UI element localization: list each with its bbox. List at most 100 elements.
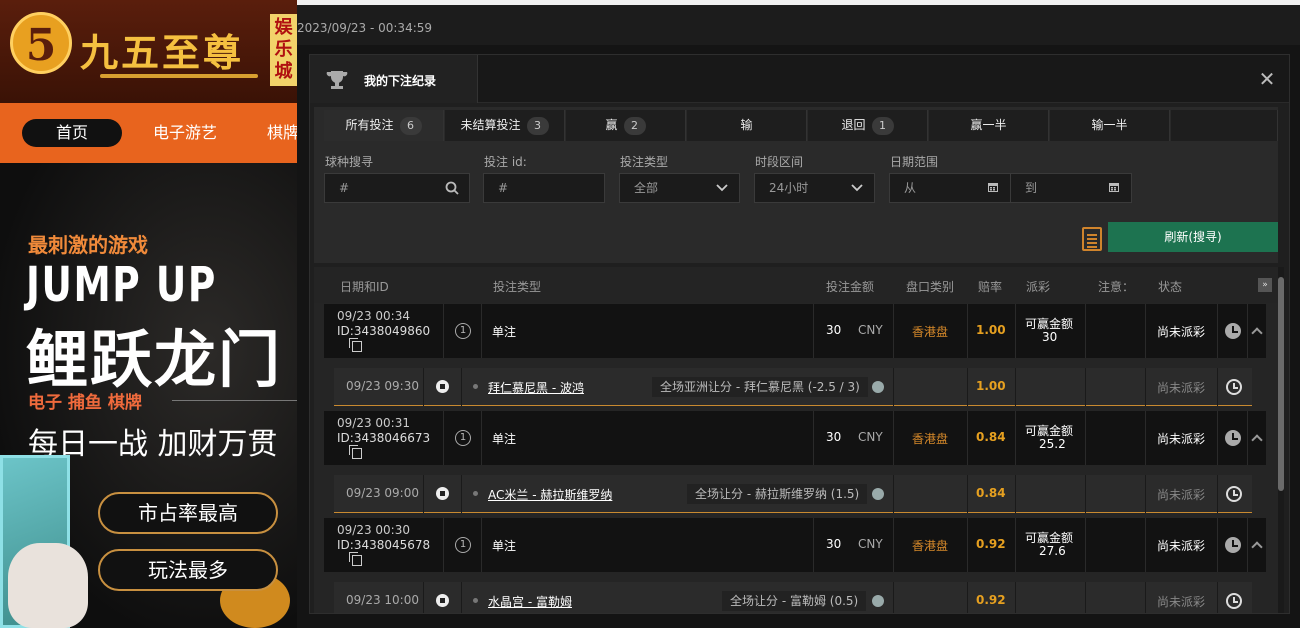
scroll-thumb[interactable] [1278,277,1284,491]
logo-text: 九五至尊 [80,30,245,75]
bet-type: 单注 [492,539,517,553]
match-link[interactable]: 拜仁慕尼黑 - 波鸿 [488,379,584,396]
bet-datetime: 09/23 00:30 [337,523,410,537]
tab-all[interactable]: 所有投注 6 [324,110,444,141]
site-header: 5 九五至尊 娱乐城 [0,0,297,103]
payout-amount: 27.6 [1039,544,1066,558]
bet-type-select[interactable]: 全部 [619,173,740,203]
modal-header: 我的下注纪录 ✕ [310,55,1289,103]
clock-icon [1225,323,1241,339]
bet-amount: 30 [826,537,842,551]
bet-row[interactable]: 09/23 00:34 ID:3438049860 1 单注 30 CNY 香港… [324,304,1266,358]
datetime-bar: 2023/09/23 - 00:34:59 [297,5,1300,45]
tab-refunded[interactable]: 退回 1 [808,110,928,141]
tab-half-lost[interactable]: 输一半 [1050,110,1170,141]
market-label: 全场亚洲让分 - 拜仁慕尼黑 (-2.5 / 3) [652,377,868,397]
payout-amount: 30 [1042,330,1058,344]
tab-count: 1 [871,116,894,135]
table-scrollbar[interactable] [1278,267,1284,613]
chevron-up-icon[interactable] [1251,434,1263,446]
bet-row[interactable]: 09/23 00:30 ID:3438045678 1 单注 30 CNY 香港… [324,518,1266,572]
info-icon[interactable] [872,488,884,500]
bet-history-modal: 我的下注纪录 ✕ 所有投注 6 未结算投注 3 赢2 输 退回 1 赢一半 输一半 球… [309,54,1290,614]
bet-odds: 0.92 [976,537,1006,551]
nav-home[interactable]: 首页 [22,119,122,147]
detail-odds: 1.00 [976,379,1006,393]
mascot-image [8,543,88,628]
note-cell [1086,518,1146,572]
date-to-input[interactable]: 到 [1010,173,1132,203]
bet-status: 尚未派彩 [1157,432,1206,446]
close-icon[interactable]: ✕ [1257,69,1277,89]
tab-empty [1171,110,1278,141]
payout-amount: 25.2 [1039,437,1066,451]
promo-headline: 最刺激的游戏 [28,233,148,257]
period-select[interactable]: 24小时 [754,173,875,203]
promo-site: 5 九五至尊 娱乐城 首页 电子游艺 棋牌 最刺激的游戏 JUMP UP 鲤跃龙… [0,0,297,628]
nav-cards[interactable]: 棋牌 [258,119,297,147]
bullet-icon [473,384,478,389]
bullet-icon [473,491,478,496]
bet-type: 单注 [492,432,517,446]
period-label: 时段区间 [755,155,804,169]
match-link[interactable]: AC米兰 - 赫拉斯维罗纳 [488,486,612,503]
date-from-input[interactable]: 从 [889,173,1011,203]
bet-detail-row: 09/23 09:00 AC米兰 - 赫拉斯维罗纳 全场让分 - 赫拉斯维罗纳 … [334,475,1252,513]
tab-won[interactable]: 赢2 [566,110,686,141]
calendar-icon[interactable] [1107,181,1121,195]
bet-amount: 30 [826,323,842,337]
note-cell [1086,411,1146,465]
legs-count-icon: 1 [455,430,471,446]
bet-currency: CNY [858,537,883,551]
collapse-all-icon[interactable]: » [1258,278,1272,292]
tab-half-won[interactable]: 赢一半 [929,110,1049,141]
info-icon[interactable] [872,595,884,607]
bet-odds: 0.84 [976,430,1006,444]
calendar-icon[interactable] [986,181,1000,195]
market-label: 全场让分 - 富勒姆 (0.5) [722,591,867,611]
bet-id-input[interactable]: # [483,173,605,203]
handicap-type: 香港盘 [912,432,949,446]
tab-lost[interactable]: 输 [687,110,807,141]
handicap-type: 香港盘 [912,539,949,553]
market-label: 全场让分 - 赫拉斯维罗纳 (1.5) [687,484,868,504]
detail-status: 尚未派彩 [1157,488,1206,502]
copy-icon[interactable] [349,445,362,459]
detail-odds: 0.92 [976,593,1006,607]
bet-currency: CNY [858,430,883,444]
site-nav: 首页 电子游艺 棋牌 [0,103,297,163]
refresh-search-button[interactable]: 刷新(搜寻) [1108,222,1278,252]
note-cell [1086,304,1146,358]
tab-unsettled[interactable]: 未结算投注 3 [445,110,565,141]
bet-row[interactable]: 09/23 00:31 ID:3438046673 1 单注 30 CNY 香港… [324,411,1266,465]
promo-pill-market[interactable]: 市占率最高 [98,492,278,534]
info-icon[interactable] [872,381,884,393]
bet-datetime: 09/23 00:31 [337,416,410,430]
bet-table: 日期和ID 投注类型 投注金额 盘口类别 赔率 派彩 注意： 状态 » 09/2… [314,267,1278,613]
copy-icon[interactable] [349,338,362,352]
search-icon[interactable] [445,181,459,195]
modal-title-tab[interactable]: 我的下注纪录 [310,55,478,103]
promo-pill-games[interactable]: 玩法最多 [98,549,278,591]
match-link[interactable]: 水晶宫 - 富勒姆 [488,593,572,610]
col-payout: 派彩 [1026,280,1051,294]
promo-subtitle: 电子 捕鱼 棋牌 [28,393,142,413]
nav-slots[interactable]: 电子游艺 [140,119,230,147]
sport-search-input[interactable]: # [324,173,470,203]
chevron-down-icon [850,181,864,195]
promo-title-en: JUMP UP [26,257,217,313]
copy-icon[interactable] [349,552,362,566]
bet-id: ID:3438049860 [337,324,431,338]
legs-count-icon: 1 [455,323,471,339]
clock-icon [1225,430,1241,446]
chevron-up-icon[interactable] [1251,541,1263,553]
bet-detail-row: 09/23 10:00 水晶宫 - 富勒姆 全场让分 - 富勒姆 (0.5) 0… [334,582,1252,613]
chevron-up-icon[interactable] [1251,327,1263,339]
bet-status: 尚未派彩 [1157,539,1206,553]
col-handicap: 盘口类别 [906,280,955,294]
tab-count: 2 [623,116,646,135]
promo-title-cn: 鲤跃龙门 [26,323,283,396]
logo-tag: 娱乐城 [270,14,297,86]
clipboard-icon[interactable] [1082,227,1102,251]
col-amount: 投注金额 [826,280,875,294]
